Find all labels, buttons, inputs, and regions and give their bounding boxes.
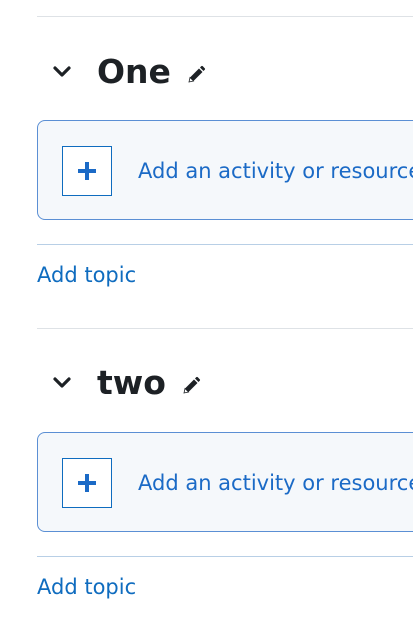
add-topic-link[interactable]: Add topic — [37, 574, 136, 600]
section-header-two: two — [50, 363, 202, 403]
add-activity-label[interactable]: Add an activity or resource — [138, 158, 413, 184]
chevron-down-icon[interactable] — [50, 371, 74, 395]
section-header-one: One — [50, 52, 207, 92]
plus-icon[interactable] — [62, 458, 112, 508]
pencil-icon[interactable] — [180, 375, 202, 397]
divider — [37, 244, 413, 245]
divider — [37, 16, 413, 17]
divider — [37, 328, 413, 329]
chevron-down-icon[interactable] — [50, 60, 74, 84]
section-title: One — [97, 52, 171, 91]
add-activity-label[interactable]: Add an activity or resource — [138, 470, 413, 496]
plus-icon[interactable] — [62, 146, 112, 196]
section-title: two — [97, 363, 166, 402]
add-activity-box[interactable]: Add an activity or resource — [37, 432, 413, 532]
divider — [37, 556, 413, 557]
add-topic-link[interactable]: Add topic — [37, 262, 136, 288]
course-page: One Add an activity or resource Add topi… — [0, 0, 413, 630]
add-activity-box[interactable]: Add an activity or resource — [37, 120, 413, 220]
pencil-icon[interactable] — [185, 64, 207, 86]
